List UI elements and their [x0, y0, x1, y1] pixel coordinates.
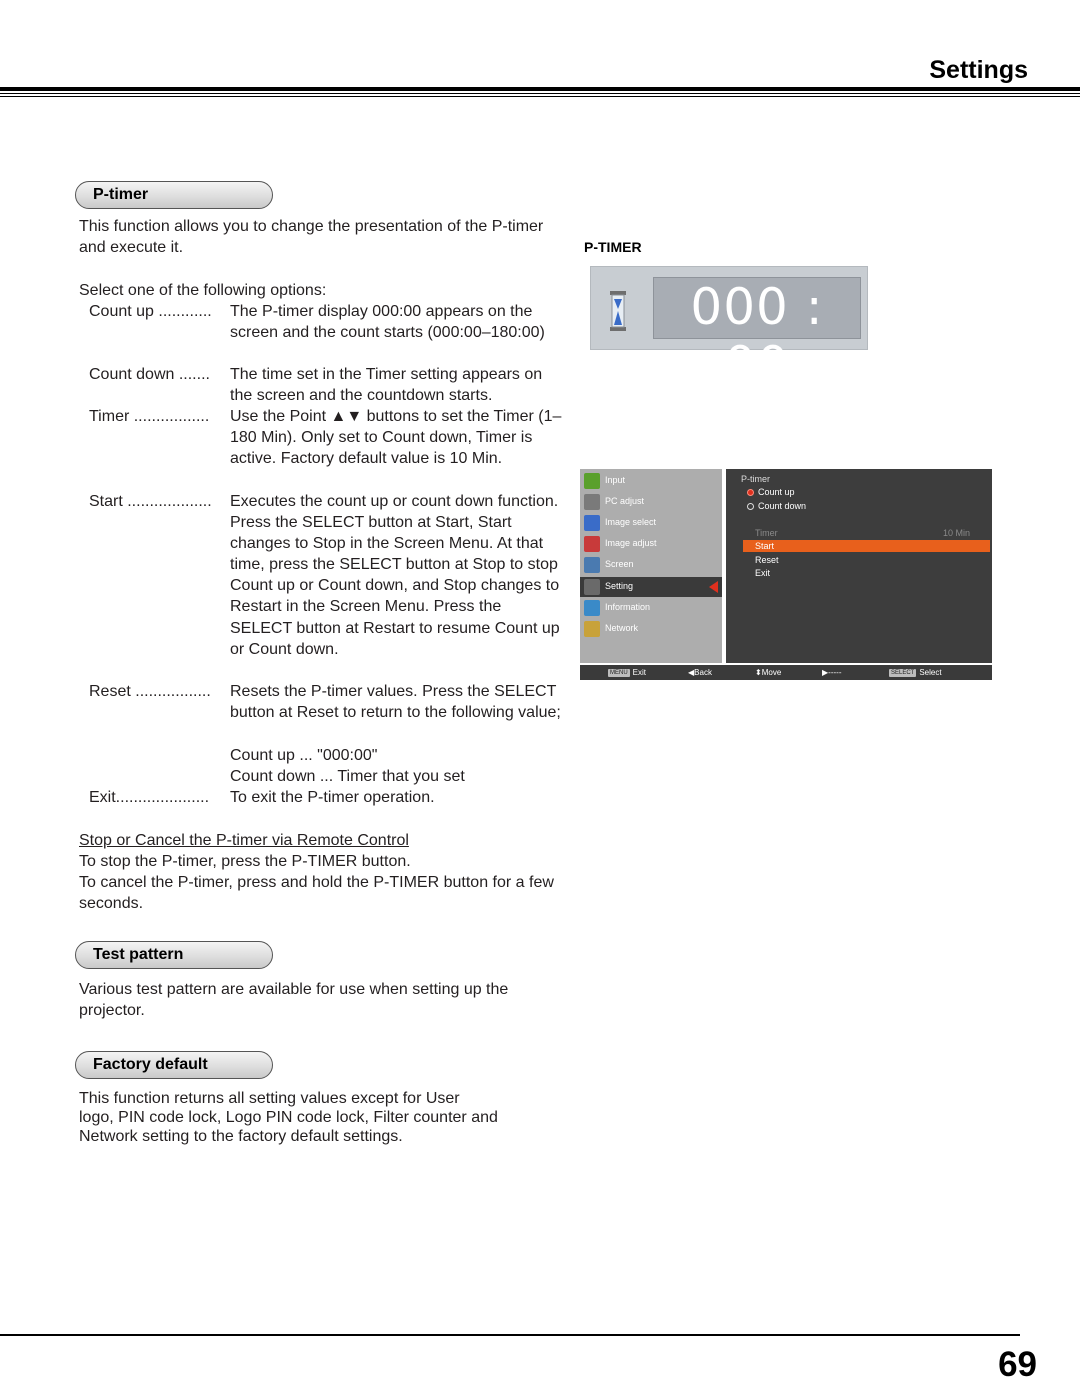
menu-screenshot: Input PC adjust Image select Image adjus…	[580, 469, 992, 681]
header-rule	[0, 93, 1080, 94]
ptimer-select-prompt: Select one of the following options:	[79, 282, 327, 299]
menu-item-screen[interactable]: Screen	[580, 555, 722, 575]
menu-item-label: Image adjust	[605, 538, 657, 548]
guide-exit: MENU Exit	[608, 665, 646, 680]
move-arrows-icon: ⬍	[755, 668, 762, 677]
section-heading-ptimer: P-timer	[75, 181, 273, 209]
option-term: Reset .................	[89, 683, 211, 700]
ptimer-submenu-panel: P-timer Count up Count down Timer 10 Min…	[726, 469, 992, 663]
factory-default-line: Network setting to the factory default s…	[79, 1128, 403, 1145]
menu-key-icon: MENU	[608, 668, 630, 677]
option-desc: Use the Point ▲▼ buttons to set the Time…	[230, 408, 562, 468]
menu-guide-bar: MENU Exit ◀Back ⬍Move ▶----- SELECT Select	[580, 665, 992, 680]
hourglass-icon	[610, 291, 626, 331]
menu-item-label: Screen	[605, 559, 634, 569]
menu-item-image-adjust[interactable]: Image adjust	[580, 534, 722, 554]
submenu-item-label: Timer	[755, 528, 778, 538]
guide-label: Back	[694, 668, 712, 677]
guide-next: ▶-----	[822, 665, 841, 680]
guide-back: ◀Back	[688, 665, 712, 680]
guide-move: ⬍Move	[755, 665, 781, 680]
menu-item-information[interactable]: Information	[580, 598, 722, 618]
option-desc: The time set in the Timer setting appear…	[230, 366, 543, 405]
submenu-title: P-timer	[741, 474, 770, 484]
active-indicator-icon	[709, 581, 718, 593]
figure-label-ptimer: P-TIMER	[584, 239, 642, 255]
radio-label: Count up	[758, 487, 795, 497]
submenu-item-exit[interactable]: Exit	[743, 567, 990, 579]
menu-item-label: Input	[605, 475, 626, 485]
factory-default-line: logo, PIN code lock, Logo PIN code lock,…	[79, 1109, 498, 1126]
submenu-item-label: Reset	[755, 555, 779, 565]
header-rule	[0, 87, 1080, 91]
factory-default-line: This function returns all setting values…	[79, 1090, 460, 1107]
guide-select: SELECT Select	[889, 665, 942, 680]
header-rule	[0, 96, 1080, 97]
radio-count-down[interactable]: Count down	[747, 501, 806, 511]
test-pattern-body: Various test pattern are available for u…	[79, 981, 509, 1019]
page-number: 69	[998, 1345, 1037, 1384]
remote-stop-text: To stop the P-timer, press the P-TIMER b…	[79, 853, 411, 870]
menu-item-image-select[interactable]: Image select	[580, 513, 722, 533]
remote-cancel-text: To cancel the P-timer, press and hold th…	[79, 874, 554, 912]
ptimer-counter: 000 : 00	[653, 277, 861, 394]
remote-control-heading: Stop or Cancel the P-timer via Remote Co…	[79, 832, 409, 849]
option-term: Exit.....................	[89, 789, 210, 806]
menu-item-pc-adjust[interactable]: PC adjust	[580, 492, 722, 512]
submenu-item-reset[interactable]: Reset	[743, 554, 990, 566]
option-term: Count down .......	[89, 366, 210, 383]
ptimer-display-figure: 000 : 00	[590, 266, 868, 394]
menu-item-label: Setting	[605, 581, 634, 591]
menu-item-label: Network	[605, 623, 639, 633]
submenu-item-value: 10 Min	[942, 528, 970, 538]
submenu-item-label: Start	[755, 541, 775, 551]
input-icon	[584, 473, 600, 489]
option-desc: To exit the P-timer operation.	[230, 789, 435, 806]
submenu-item-label: Exit	[755, 568, 771, 578]
option-term: Start ...................	[89, 493, 212, 510]
menu-item-setting[interactable]: Setting	[580, 577, 722, 597]
submenu-item-timer[interactable]: Timer 10 Min	[743, 527, 990, 539]
submenu-item-start[interactable]: Start	[743, 540, 990, 552]
radio-count-up[interactable]: Count up	[747, 487, 795, 497]
image-select-icon	[584, 515, 600, 531]
guide-label: Move	[761, 668, 782, 677]
menu-item-label: PC adjust	[605, 496, 645, 506]
option-desc: The P-timer display 000:00 appears on th…	[230, 303, 545, 342]
option-term: Timer .................	[89, 408, 210, 425]
guide-label: -----	[828, 668, 842, 677]
menu-item-label: Information	[605, 602, 651, 612]
pc-adjust-icon	[584, 494, 600, 510]
footer-rule	[0, 1334, 1020, 1336]
guide-label: Exit	[632, 668, 647, 677]
image-adjust-icon	[584, 536, 600, 552]
information-icon	[584, 600, 600, 616]
radio-label: Count down	[758, 501, 807, 511]
option-desc: Count down ... Timer that you set	[230, 768, 465, 785]
main-menu-panel: Input PC adjust Image select Image adjus…	[580, 469, 722, 663]
menu-item-label: Image select	[605, 517, 657, 527]
radio-selected-icon	[747, 489, 754, 497]
network-icon	[584, 621, 600, 637]
option-desc: Executes the count up or count down func…	[230, 493, 560, 658]
option-desc: Resets the P-timer values. Press the SEL…	[230, 683, 561, 722]
section-heading-test-pattern: Test pattern	[75, 941, 273, 969]
page-header-title: Settings	[929, 56, 1028, 84]
ptimer-intro: This function allows you to change the p…	[79, 218, 544, 256]
section-heading-factory-default: Factory default	[75, 1051, 273, 1079]
factory-default-body: This function returns all setting values…	[79, 1089, 559, 1146]
screen-icon	[584, 557, 600, 573]
menu-item-network[interactable]: Network	[580, 619, 722, 639]
radio-unselected-icon	[747, 503, 754, 511]
setting-icon	[584, 579, 600, 595]
select-key-icon: SELECT	[889, 668, 917, 677]
option-desc: Count up ... "000:00"	[230, 747, 378, 764]
guide-label: Select	[919, 668, 942, 677]
option-term: Count up ............	[89, 303, 212, 320]
menu-item-input[interactable]: Input	[580, 471, 722, 491]
